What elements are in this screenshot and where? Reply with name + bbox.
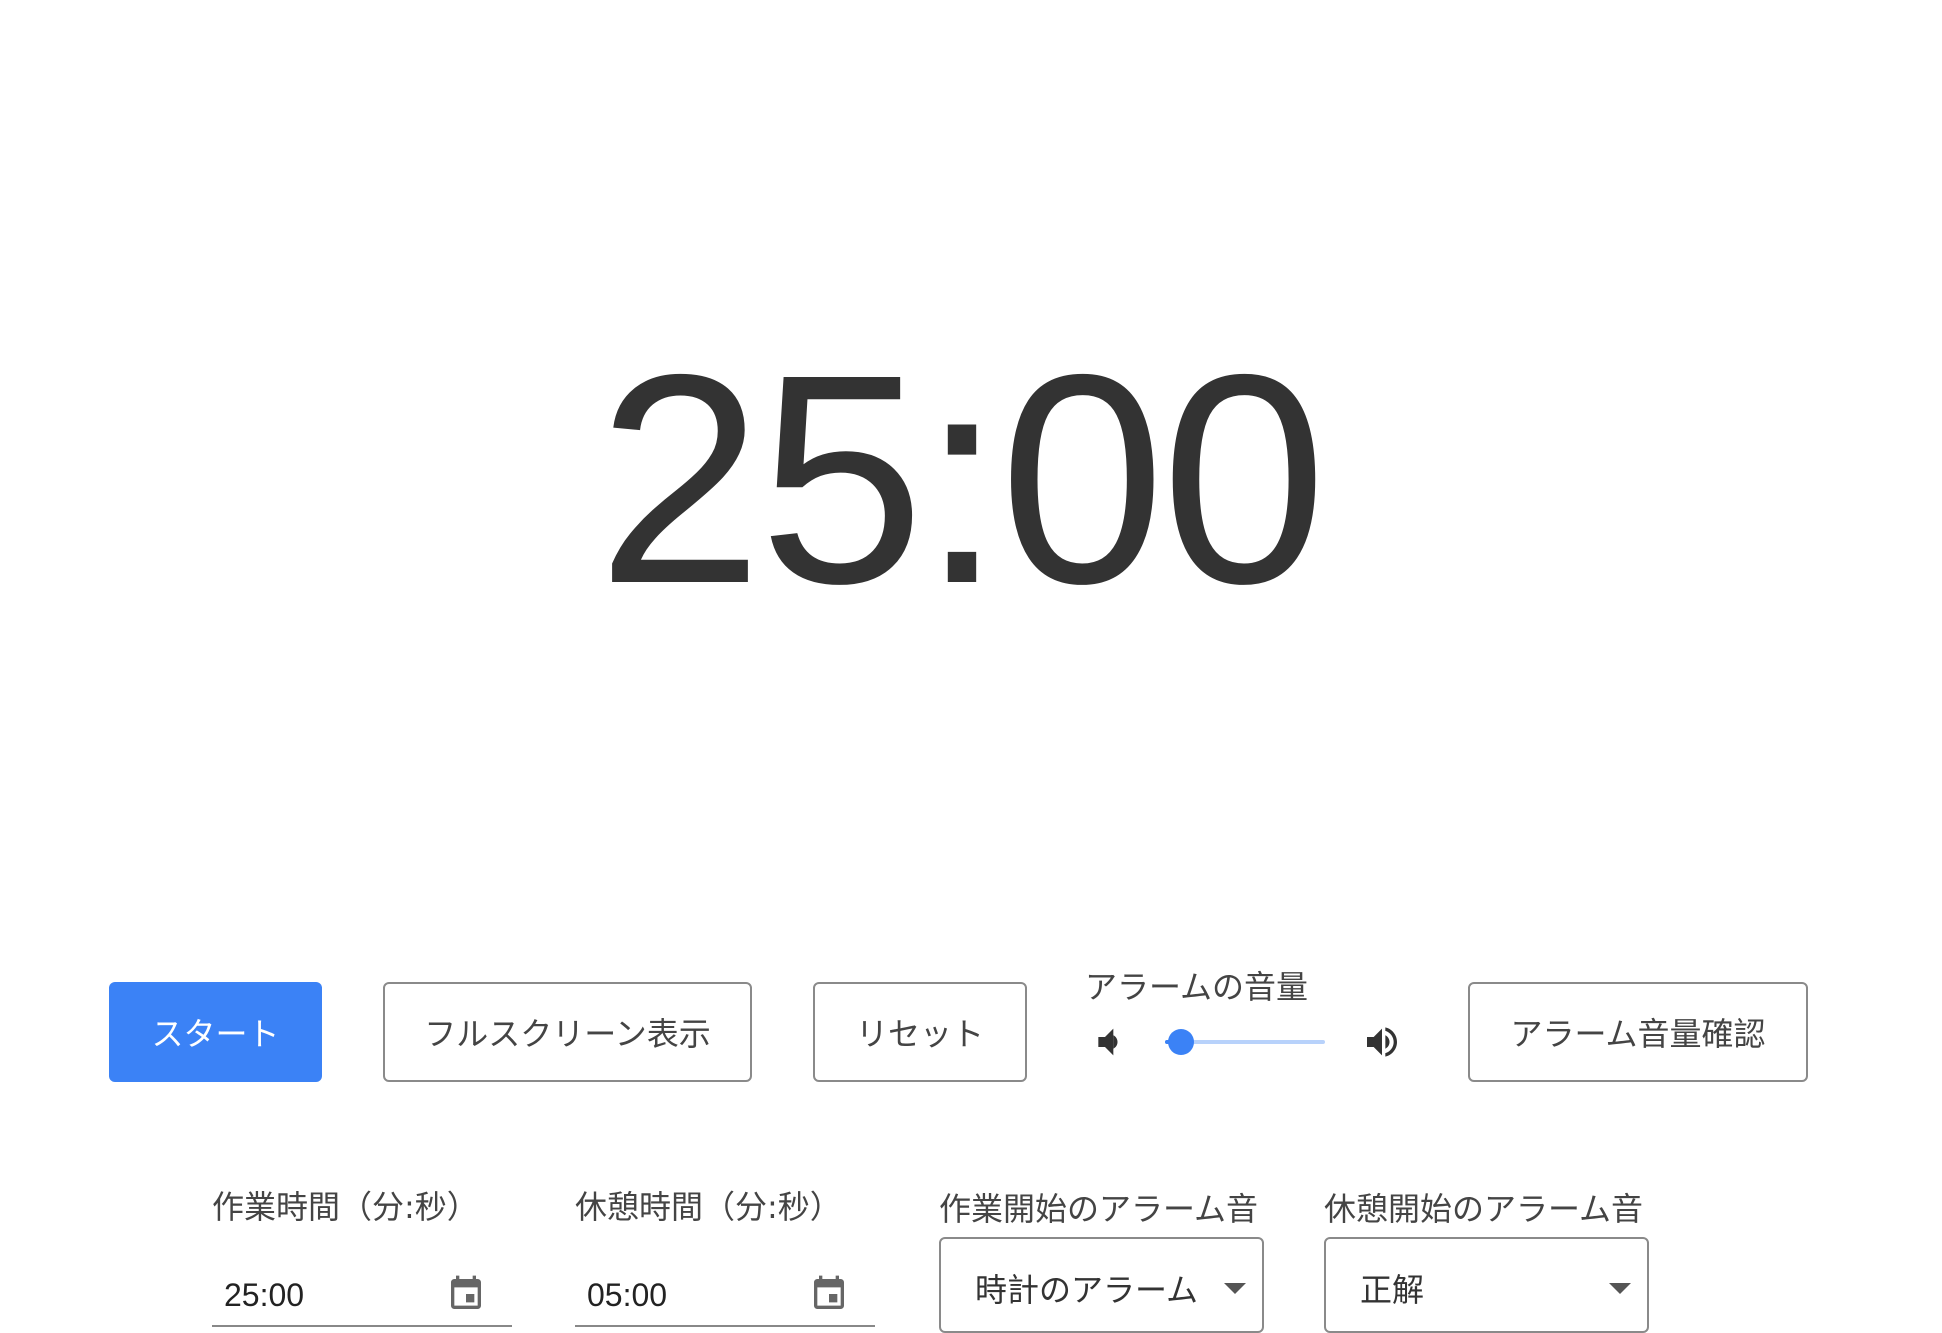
volume-high-icon — [1367, 1027, 1397, 1057]
work-time-input[interactable]: 25:00 — [212, 1265, 512, 1327]
chevron-down-icon — [1609, 1283, 1631, 1294]
break-time-label: 休憩時間（分:秒） — [575, 1188, 842, 1226]
work-alarm-label: 作業開始のアラーム音 — [939, 1190, 1259, 1228]
volume-low-icon — [1098, 1028, 1118, 1056]
volume-slider-thumb[interactable] — [1168, 1029, 1194, 1055]
break-alarm-label: 休憩開始のアラーム音 — [1324, 1190, 1644, 1228]
volume-label: アラームの音量 — [1085, 968, 1309, 1006]
break-alarm-value: 正解 — [1360, 1271, 1425, 1309]
volume-slider[interactable] — [1165, 1029, 1325, 1055]
chevron-down-icon — [1224, 1283, 1246, 1294]
work-alarm-select[interactable]: 時計のアラーム — [939, 1237, 1264, 1333]
timer-display: 25:00 — [597, 313, 1327, 646]
reset-button[interactable]: リセット — [813, 982, 1027, 1082]
start-button[interactable]: スタート — [109, 982, 322, 1082]
break-time-input[interactable]: 05:00 — [575, 1265, 875, 1327]
alarm-volume-check-button[interactable]: アラーム音量確認 — [1468, 982, 1808, 1082]
calendar-icon[interactable] — [446, 1273, 486, 1315]
break-time-value: 05:00 — [587, 1277, 668, 1313]
break-alarm-select[interactable]: 正解 — [1324, 1237, 1649, 1333]
work-time-label: 作業時間（分:秒） — [212, 1188, 479, 1226]
work-alarm-value: 時計のアラーム — [975, 1271, 1199, 1309]
work-time-value: 25:00 — [224, 1277, 305, 1313]
fullscreen-button[interactable]: フルスクリーン表示 — [383, 982, 752, 1082]
calendar-icon[interactable] — [809, 1273, 849, 1315]
